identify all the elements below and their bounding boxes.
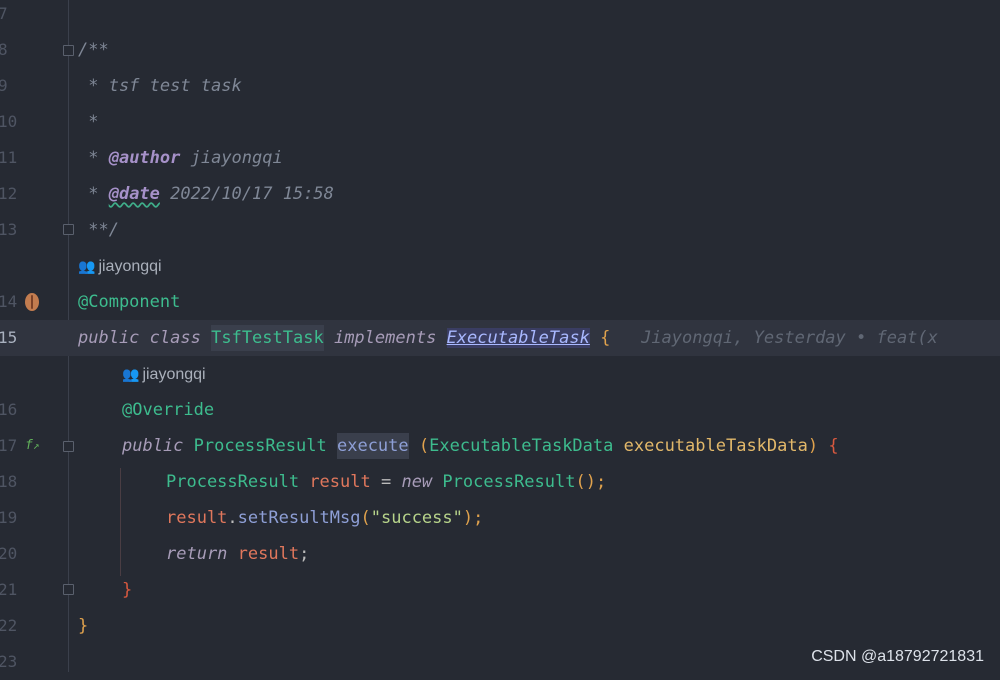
doc-date-value: 2022/10/17 15:58: [159, 184, 334, 204]
doc-comment-open: /**: [78, 40, 109, 60]
class-author-name: jiayongqi: [98, 258, 162, 275]
call-open: (: [360, 508, 371, 528]
doc-comment-description: * tsf test task: [78, 76, 242, 96]
code-line-19[interactable]: 19 result.setResultMsg("success");: [0, 500, 1000, 536]
class-open-brace: {: [600, 328, 611, 348]
line-number: 16: [0, 400, 18, 419]
interface-name[interactable]: ExecutableTask: [446, 328, 590, 348]
method-author-inlay[interactable]: 👥 jiayongqi: [122, 356, 206, 392]
doc-prefix: *: [78, 148, 109, 168]
doc-comment-star: *: [78, 112, 99, 132]
semicolon: ;: [299, 544, 310, 564]
code-line-9[interactable]: 9 * tsf test task: [0, 68, 1000, 104]
line-number: 14: [0, 292, 18, 311]
line-number: 17: [0, 436, 18, 455]
line-number: 7: [0, 4, 8, 23]
author-people-icon: 👥: [122, 366, 140, 382]
fold-marker-icon[interactable]: [63, 441, 74, 452]
return-type: ProcessResult: [193, 436, 327, 456]
constructor-name: ProcessResult: [442, 472, 576, 492]
doc-prefix: *: [78, 184, 109, 204]
code-line-12[interactable]: 12 * @date 2022/10/17 15:58: [0, 176, 1000, 212]
code-line-17[interactable]: 17 f↗ public ProcessResult execute (Exec…: [0, 428, 1000, 464]
csdn-watermark: CSDN @a18792721831: [811, 648, 984, 665]
code-line-22[interactable]: 22 }: [0, 608, 1000, 644]
class-name[interactable]: TsfTestTask: [211, 325, 324, 351]
class-close-brace: }: [78, 616, 89, 636]
var-type: ProcessResult: [166, 472, 300, 492]
paren-close: ): [807, 436, 819, 456]
keyword-return: return: [166, 544, 228, 564]
param-name: executableTaskData: [623, 436, 808, 456]
keyword-new: new: [401, 472, 433, 492]
var-name: result: [309, 472, 371, 492]
method-name[interactable]: execute: [336, 433, 409, 459]
line-number: 11: [0, 148, 18, 167]
method-open-brace: {: [828, 436, 839, 456]
line-number: 10: [0, 112, 18, 131]
return-var: result: [237, 544, 300, 564]
keyword-implements: implements: [333, 328, 437, 348]
line-number: 8: [0, 40, 8, 59]
doc-author-tag: @author: [108, 148, 181, 168]
doc-author-line: * @author jiayongqi: [78, 140, 283, 176]
fold-marker-icon[interactable]: [63, 45, 74, 56]
author-people-icon: 👥: [78, 258, 96, 274]
line-number: 19: [0, 508, 18, 527]
method-close-brace: }: [122, 580, 133, 600]
string-literal: "success": [370, 508, 463, 528]
code-line-16[interactable]: 16 @Override: [0, 392, 1000, 428]
line-number: 9: [0, 76, 8, 95]
keyword-class: class: [149, 328, 201, 348]
code-line-20[interactable]: 20 return result;: [0, 536, 1000, 572]
doc-comment-close: **/: [78, 220, 119, 240]
ctor-call-end: ();: [575, 472, 607, 492]
class-author-inlay[interactable]: 👥 jiayongqi: [78, 248, 162, 284]
spring-bean-icon[interactable]: [25, 293, 39, 311]
code-line-7[interactable]: 7: [0, 0, 1000, 32]
call-close: );: [462, 508, 484, 528]
line-number: 21: [0, 580, 18, 599]
git-blame-annotation: Jiayongqi, Yesterday • feat(x: [641, 328, 938, 348]
override-annotation: @Override: [122, 400, 215, 420]
doc-author-value: jiayongqi: [180, 148, 283, 168]
code-line-11[interactable]: 11 * @author jiayongqi: [0, 140, 1000, 176]
class-declaration: public class TsfTestTask implements Exec…: [78, 320, 938, 356]
dot-op: .: [227, 508, 238, 528]
fold-marker-icon[interactable]: [63, 224, 74, 235]
code-line-14[interactable]: 14 @Component: [0, 284, 1000, 320]
implements-method-icon[interactable]: f↗: [25, 428, 39, 464]
component-annotation: @Component: [78, 292, 181, 312]
param-type: ExecutableTaskData: [429, 436, 614, 456]
code-line-15[interactable]: 15 public class TsfTestTask implements E…: [0, 320, 1000, 356]
code-line-21[interactable]: 21 }: [0, 572, 1000, 608]
keyword-public: public: [122, 436, 184, 456]
fold-marker-icon[interactable]: [63, 584, 74, 595]
doc-date-tag: @date: [108, 184, 160, 204]
code-line-18[interactable]: 18 ProcessResult result = new ProcessRes…: [0, 464, 1000, 500]
line-number: 12: [0, 184, 18, 203]
code-line-8[interactable]: 8 /**: [0, 32, 1000, 68]
doc-date-line: * @date 2022/10/17 15:58: [78, 176, 334, 212]
assign-op: =: [370, 472, 402, 492]
code-line-13[interactable]: 13 **/: [0, 212, 1000, 248]
paren-open: (: [418, 436, 430, 456]
var-ref: result: [166, 508, 228, 528]
keyword-public: public: [78, 328, 140, 348]
line-number: 22: [0, 616, 18, 635]
method-author-name: jiayongqi: [142, 366, 206, 383]
method-declaration: public ProcessResult execute (Executable…: [122, 428, 839, 464]
line-number: 23: [0, 652, 18, 671]
line-number: 18: [0, 472, 18, 491]
line-number: 13: [0, 220, 18, 239]
line-number: 15: [0, 328, 18, 347]
line-number: 20: [0, 544, 18, 563]
method-call: setResultMsg: [237, 508, 361, 528]
result-declaration: ProcessResult result = new ProcessResult…: [166, 464, 606, 500]
set-result-msg-call: result.setResultMsg("success");: [166, 500, 483, 536]
return-statement: return result;: [166, 536, 309, 572]
code-line-10[interactable]: 10 *: [0, 104, 1000, 140]
